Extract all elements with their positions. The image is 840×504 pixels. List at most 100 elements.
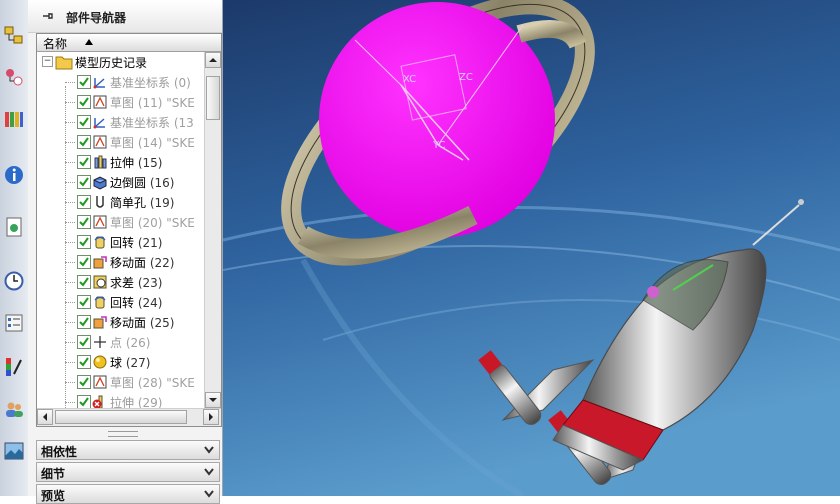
- tree-connector: [65, 322, 75, 323]
- feature-label: 回转 (24): [110, 294, 162, 311]
- visibility-checkbox[interactable]: [77, 335, 91, 349]
- graphics-viewport[interactable]: XC ZC YC: [223, 0, 840, 496]
- visibility-checkbox[interactable]: [77, 235, 91, 249]
- visibility-checkbox[interactable]: [77, 155, 91, 169]
- tree-row[interactable]: 移动面 (25): [37, 312, 203, 332]
- simple-hole-icon: [92, 194, 108, 210]
- chevron-down-icon: [204, 446, 214, 454]
- feature-number: (22): [149, 256, 175, 270]
- scroll-down-button[interactable]: [205, 392, 221, 408]
- tree-root-model-history[interactable]: − 模型历史记录: [37, 52, 203, 72]
- feature-label: 球 (27): [110, 354, 150, 371]
- visibility-checkbox[interactable]: [77, 75, 91, 89]
- tree-row[interactable]: 球 (27): [37, 352, 203, 372]
- tree-connector: [65, 102, 75, 103]
- tree-row[interactable]: 基准坐标系 (13: [37, 112, 203, 132]
- visualization-palette-icon[interactable]: [2, 354, 26, 380]
- chevron-down-icon: [204, 468, 214, 476]
- feature-name: 点: [110, 336, 123, 350]
- collapse-icon[interactable]: −: [42, 56, 53, 67]
- tree-connector: [65, 202, 75, 203]
- scroll-up-button[interactable]: [205, 52, 221, 68]
- tree-row[interactable]: 草图 (14) "SKE: [37, 132, 203, 152]
- point-icon: [92, 334, 108, 350]
- csys-yc-label: YC: [432, 140, 446, 151]
- info-icon[interactable]: [2, 162, 26, 188]
- scroll-right-button[interactable]: [203, 409, 219, 425]
- tree-row[interactable]: 拉伸 (29): [37, 392, 203, 408]
- subtract-icon: [92, 274, 108, 290]
- tree-row[interactable]: 拉伸 (15): [37, 152, 203, 172]
- visibility-checkbox[interactable]: [77, 255, 91, 269]
- tree-row[interactable]: 基准坐标系 (0): [37, 72, 203, 92]
- assembly-navigator-icon[interactable]: [2, 22, 26, 48]
- feature-number: (29): [137, 396, 163, 408]
- section-dependencies[interactable]: 相依性: [36, 440, 220, 460]
- sketch-icon: [92, 214, 108, 230]
- visibility-checkbox[interactable]: [77, 115, 91, 129]
- feature-number: (26): [125, 336, 151, 350]
- visibility-checkbox[interactable]: [77, 355, 91, 369]
- model-scene[interactable]: XC ZC YC: [223, 0, 840, 496]
- tree-row[interactable]: 点 (26): [37, 332, 203, 352]
- reuse-library-icon[interactable]: [2, 310, 26, 336]
- column-header[interactable]: 名称: [37, 34, 221, 52]
- feature-number: (24): [137, 296, 163, 310]
- visibility-checkbox[interactable]: [77, 375, 91, 389]
- tree-row[interactable]: 草图 (11) "SKE: [37, 92, 203, 112]
- scroll-left-button[interactable]: [37, 409, 53, 425]
- visibility-checkbox[interactable]: [77, 175, 91, 189]
- tree-row[interactable]: 边倒圆 (16): [37, 172, 203, 192]
- feature-label: 回转 (21): [110, 234, 162, 251]
- visibility-checkbox[interactable]: [77, 275, 91, 289]
- vertical-scrollbar[interactable]: [204, 52, 221, 408]
- tree-root-label: 模型历史记录: [75, 56, 148, 70]
- horizontal-scrollbar[interactable]: [37, 408, 221, 426]
- visibility-checkbox[interactable]: [77, 395, 91, 408]
- feature-label: 拉伸 (15): [110, 154, 162, 171]
- move-face-icon: [92, 254, 108, 270]
- feature-label: 基准坐标系 (13: [110, 114, 194, 131]
- visibility-checkbox[interactable]: [77, 295, 91, 309]
- feature-number: (20) "SKE: [137, 216, 195, 230]
- panel-splitter[interactable]: [108, 431, 138, 437]
- part-navigator-icon[interactable]: [2, 106, 26, 132]
- sphere-body[interactable]: [319, 2, 555, 238]
- sketch-icon: [92, 374, 108, 390]
- history-clock-icon[interactable]: [2, 268, 26, 294]
- tree-row[interactable]: 移动面 (22): [37, 252, 203, 272]
- horizontal-scroll-thumb[interactable]: [55, 410, 187, 424]
- tree-row[interactable]: 草图 (20) "SKE: [37, 212, 203, 232]
- visibility-checkbox[interactable]: [77, 95, 91, 109]
- tree-row[interactable]: 草图 (28) "SKE: [37, 372, 203, 392]
- folder-icon: [55, 56, 73, 70]
- feature-number: (13: [173, 116, 194, 130]
- section-details[interactable]: 细节: [36, 462, 220, 482]
- scroll-thumb[interactable]: [206, 76, 220, 120]
- feature-name: 回转: [110, 236, 135, 250]
- feature-name: 移动面: [110, 316, 147, 330]
- tree-connector: [65, 382, 75, 383]
- section-preview[interactable]: 预览: [36, 484, 220, 504]
- tree-row[interactable]: 求差 (23): [37, 272, 203, 292]
- feature-name: 拉伸: [110, 396, 135, 408]
- tree-row[interactable]: 简单孔 (19): [37, 192, 203, 212]
- sphere-icon: [92, 354, 108, 370]
- feature-label: 移动面 (22): [110, 254, 174, 271]
- feature-label: 草图 (14) "SKE: [110, 134, 195, 151]
- tree-row[interactable]: 回转 (24): [37, 292, 203, 312]
- visibility-checkbox[interactable]: [77, 215, 91, 229]
- tree-row[interactable]: 回转 (21): [37, 232, 203, 252]
- sort-ascending-icon: [85, 39, 93, 45]
- system-scene-icon[interactable]: [2, 438, 26, 464]
- tree-connector: [65, 282, 75, 283]
- constraint-navigator-icon[interactable]: [2, 64, 26, 90]
- visibility-checkbox[interactable]: [77, 315, 91, 329]
- pin-icon[interactable]: [40, 9, 54, 23]
- visibility-checkbox[interactable]: [77, 135, 91, 149]
- revolve-icon: [92, 294, 108, 310]
- roles-icon[interactable]: [2, 396, 26, 422]
- visibility-checkbox[interactable]: [77, 195, 91, 209]
- web-browser-icon[interactable]: [2, 214, 26, 240]
- feature-name: 草图: [110, 216, 135, 230]
